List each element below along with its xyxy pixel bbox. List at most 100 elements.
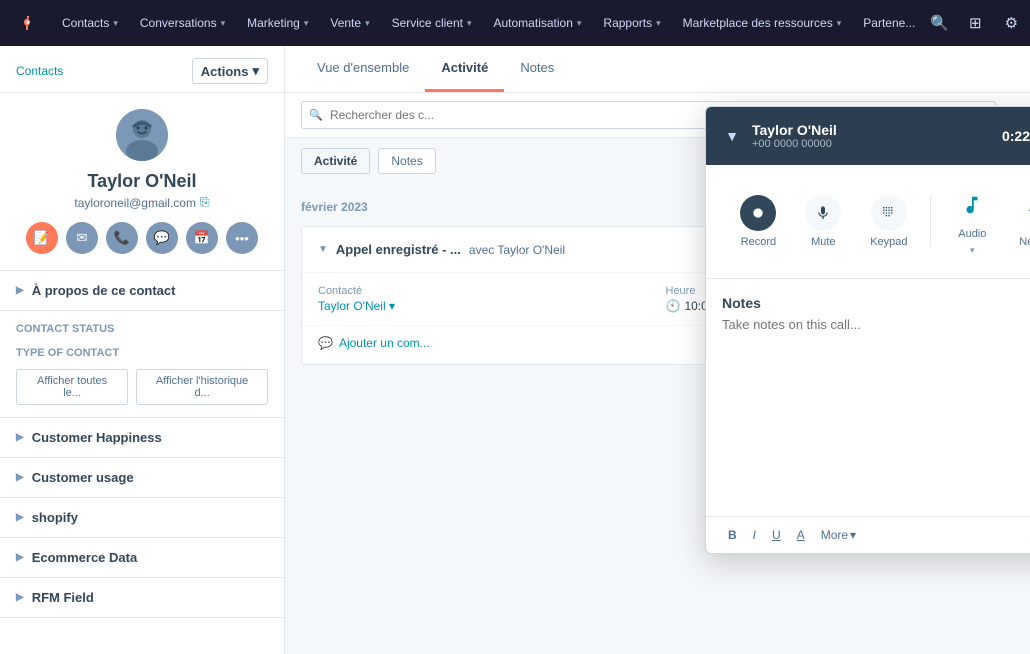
call-popup-header: ▼ Taylor O'Neil +00 0000 00000 0:22 [706, 107, 1030, 165]
keypad-button[interactable]: Keypad [856, 187, 921, 256]
notes-toolbar-right: 🔗 ⊞ [1023, 525, 1030, 545]
chevron-down-icon: ▾ [467, 18, 472, 29]
notes-filter-tab[interactable]: Notes [378, 148, 435, 174]
nav-items: Contacts ▾ Conversations ▾ Marketing ▾ V… [52, 10, 925, 36]
call-button[interactable]: 📞 [106, 222, 138, 254]
chat-button[interactable]: 💬 [146, 222, 178, 254]
chevron-down-icon: ▾ [837, 18, 842, 29]
rfm-section: ▶ RFM Field [0, 578, 284, 618]
contact-status-section: Contact Status Type of Contact Afficher … [0, 311, 284, 418]
contact-profile: Taylor O'Neil tayloroneil@gmail.com ⎘ 📝 … [0, 93, 284, 271]
customer-usage-section: ▶ Customer usage [0, 458, 284, 498]
minimize-button[interactable]: ▼ [720, 124, 744, 148]
record-button[interactable]: Record [726, 187, 790, 256]
search-button[interactable]: 🔍 [925, 9, 953, 37]
contacte-value[interactable]: Taylor O'Neil ▾ [318, 299, 650, 313]
controls-divider [930, 197, 931, 247]
mute-icon [805, 195, 841, 231]
timeline-subtitle: avec Taylor O'Neil [469, 243, 565, 257]
contact-status-label: Contact Status [16, 323, 268, 335]
contacte-field: Contacté Taylor O'Neil ▾ [318, 285, 650, 313]
nav-automatisation[interactable]: Automatisation ▾ [484, 10, 592, 36]
italic-button[interactable]: I [747, 525, 762, 545]
tab-activity[interactable]: Activité [425, 46, 504, 92]
top-navigation: Contacts ▾ Conversations ▾ Marketing ▾ V… [0, 0, 1030, 46]
record-icon [740, 195, 776, 231]
nav-partners[interactable]: Partene... [853, 10, 925, 36]
hubspot-logo[interactable] [12, 9, 40, 37]
customer-happiness-section: ▶ Customer Happiness [0, 418, 284, 458]
strikethrough-button[interactable]: A [791, 525, 811, 545]
timeline-item-name: Appel enregistré - ... [336, 242, 461, 257]
nav-service-client[interactable]: Service client ▾ [382, 10, 482, 36]
main-content: Vue d'ensemble Activité Notes 🔍 ⊕ Activi… [285, 46, 1030, 654]
caller-name: Taylor O'Neil [752, 122, 1002, 138]
chevron-down-icon: ▾ [113, 18, 118, 29]
contacte-label: Contacté [318, 285, 650, 297]
nav-vente[interactable]: Vente ▾ [320, 10, 379, 36]
keypad-label: Keypad [870, 236, 907, 248]
call-popup-controls: Record Mute Keypad [706, 165, 1030, 279]
main-layout: Contacts Actions ▾ [0, 46, 1030, 654]
chevron-down-icon: ▾ [365, 18, 370, 29]
email-button[interactable]: ✉ [66, 222, 98, 254]
underline-button[interactable]: U [766, 525, 787, 545]
show-all-history-button[interactable]: Afficher toutes le... [16, 369, 128, 405]
more-actions-button[interactable]: ••• [226, 222, 258, 254]
history-buttons: Afficher toutes le... Afficher l'histori… [16, 369, 268, 405]
caller-info: Taylor O'Neil +00 0000 00000 [752, 122, 1002, 150]
timeline-item-title: ▼ Appel enregistré - ... avec Taylor O'N… [318, 242, 565, 257]
network-button[interactable]: Network [1005, 187, 1030, 256]
notes-input[interactable] [722, 317, 1030, 497]
settings-button[interactable]: ⚙ [997, 9, 1025, 37]
chevron-right-icon: ▶ [16, 285, 24, 296]
chevron-right-icon: ▶ [16, 472, 24, 483]
copy-icon[interactable]: ⎘ [200, 195, 210, 210]
comment-icon: 💬 [318, 336, 333, 350]
chevron-down-icon: ▾ [304, 18, 309, 29]
show-history-button[interactable]: Afficher l'historique d... [136, 369, 268, 405]
chevron-down-icon: ▾ [389, 299, 395, 313]
chevron-down-icon: ▾ [221, 18, 226, 29]
sidebar-header: Contacts Actions ▾ [0, 46, 284, 93]
caller-number: +00 0000 00000 [752, 138, 1002, 150]
nav-rapports[interactable]: Rapports ▾ [593, 10, 670, 36]
chevron-down-icon: ▾ [656, 18, 661, 29]
chevron-right-icon: ▶ [16, 552, 24, 563]
tab-notes[interactable]: Notes [504, 46, 570, 92]
nav-marketplace[interactable]: Marketplace des ressources ▾ [673, 10, 852, 36]
activity-filter-tab[interactable]: Activité [301, 148, 370, 174]
content-tabs: Vue d'ensemble Activité Notes [285, 46, 1030, 92]
audio-button[interactable]: Audio ▾ [940, 179, 1004, 264]
ecommerce-toggle[interactable]: ▶ Ecommerce Data [0, 538, 284, 578]
bold-button[interactable]: B [722, 525, 743, 545]
mute-button[interactable]: Mute [791, 187, 855, 256]
actions-button[interactable]: Actions ▾ [192, 58, 268, 84]
call-notes-section: Notes [706, 279, 1030, 516]
network-label: Network [1019, 236, 1030, 248]
ecommerce-section: ▶ Ecommerce Data [0, 538, 284, 578]
apps-button[interactable]: ⊞ [961, 9, 989, 37]
more-formatting-button[interactable]: More ▾ [815, 525, 862, 545]
customer-usage-toggle[interactable]: ▶ Customer usage [0, 458, 284, 498]
contact-name: Taylor O'Neil [88, 171, 197, 192]
calendar-button[interactable]: 📅 [186, 222, 218, 254]
tab-overview[interactable]: Vue d'ensemble [301, 46, 425, 92]
nav-marketing[interactable]: Marketing ▾ [237, 10, 318, 36]
link-button[interactable]: 🔗 [1023, 525, 1030, 545]
shopify-toggle[interactable]: ▶ shopify [0, 498, 284, 538]
clock-icon: 🕙 [666, 299, 681, 313]
about-section-toggle[interactable]: ▶ À propos de ce contact [0, 271, 284, 311]
customer-happiness-toggle[interactable]: ▶ Customer Happiness [0, 418, 284, 458]
chevron-right-icon: ▶ [16, 432, 24, 443]
nav-contacts[interactable]: Contacts ▾ [52, 10, 128, 36]
nav-conversations[interactable]: Conversations ▾ [130, 10, 235, 36]
audio-icon [954, 187, 990, 223]
breadcrumb[interactable]: Contacts [16, 64, 63, 78]
chevron-right-icon: ▶ [16, 592, 24, 603]
chevron-down-icon: ▾ [970, 245, 975, 256]
search-icon: 🔍 [309, 109, 323, 122]
rfm-toggle[interactable]: ▶ RFM Field [0, 578, 284, 618]
chevron-down-icon[interactable]: ▼ [318, 244, 328, 255]
note-button[interactable]: 📝 [26, 222, 58, 254]
